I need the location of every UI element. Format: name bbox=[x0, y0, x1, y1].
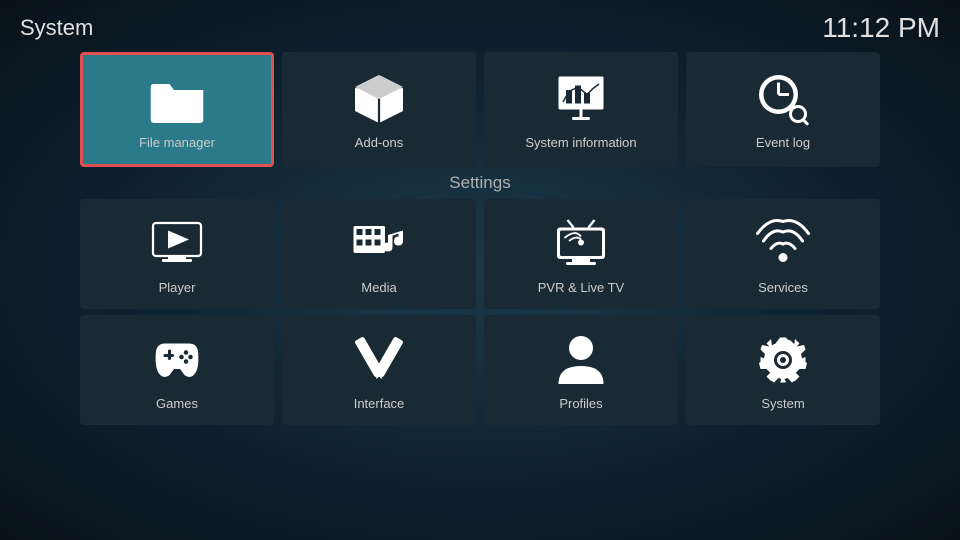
tile-file-manager-label: File manager bbox=[139, 135, 215, 150]
tile-pvr-live-tv-label: PVR & Live TV bbox=[538, 280, 624, 295]
media-icon bbox=[349, 214, 409, 274]
tile-media-label: Media bbox=[361, 280, 396, 295]
pencil-icon bbox=[349, 330, 409, 390]
tile-file-manager[interactable]: File manager bbox=[80, 52, 274, 167]
tile-profiles[interactable]: Profiles bbox=[484, 315, 678, 425]
tile-profiles-label: Profiles bbox=[559, 396, 602, 411]
app-title: System bbox=[20, 15, 93, 41]
chart-icon bbox=[551, 69, 611, 129]
clock-icon bbox=[753, 69, 813, 129]
top-row: File manager Add-ons System information bbox=[0, 52, 960, 167]
tile-event-log-label: Event log bbox=[756, 135, 810, 150]
tile-event-log[interactable]: Event log bbox=[686, 52, 880, 167]
tile-games-label: Games bbox=[156, 396, 198, 411]
person-icon bbox=[551, 330, 611, 390]
settings-grid: Player Media bbox=[0, 199, 960, 425]
play-icon bbox=[147, 214, 207, 274]
tile-games[interactable]: Games bbox=[80, 315, 274, 425]
gamepad-icon bbox=[147, 330, 207, 390]
tile-system-information-label: System information bbox=[525, 135, 636, 150]
settings-label: Settings bbox=[0, 173, 960, 193]
clock: 11:12 PM bbox=[822, 12, 940, 44]
settings-row-2: Games Interface Profiles bbox=[80, 315, 880, 425]
tile-services-label: Services bbox=[758, 280, 808, 295]
gear-icon bbox=[753, 330, 813, 390]
tile-system-information[interactable]: System information bbox=[484, 52, 678, 167]
settings-row-1: Player Media bbox=[80, 199, 880, 309]
tile-media[interactable]: Media bbox=[282, 199, 476, 309]
tile-system-label: System bbox=[761, 396, 804, 411]
box-icon bbox=[349, 69, 409, 129]
tile-player-label: Player bbox=[159, 280, 196, 295]
tile-services[interactable]: Services bbox=[686, 199, 880, 309]
tile-pvr-live-tv[interactable]: PVR & Live TV bbox=[484, 199, 678, 309]
tile-interface[interactable]: Interface bbox=[282, 315, 476, 425]
tile-interface-label: Interface bbox=[354, 396, 405, 411]
tile-player[interactable]: Player bbox=[80, 199, 274, 309]
folder-icon bbox=[147, 69, 207, 129]
tile-add-ons[interactable]: Add-ons bbox=[282, 52, 476, 167]
tv-icon bbox=[551, 214, 611, 274]
tile-add-ons-label: Add-ons bbox=[355, 135, 403, 150]
wifi-icon bbox=[753, 214, 813, 274]
tile-system[interactable]: System bbox=[686, 315, 880, 425]
